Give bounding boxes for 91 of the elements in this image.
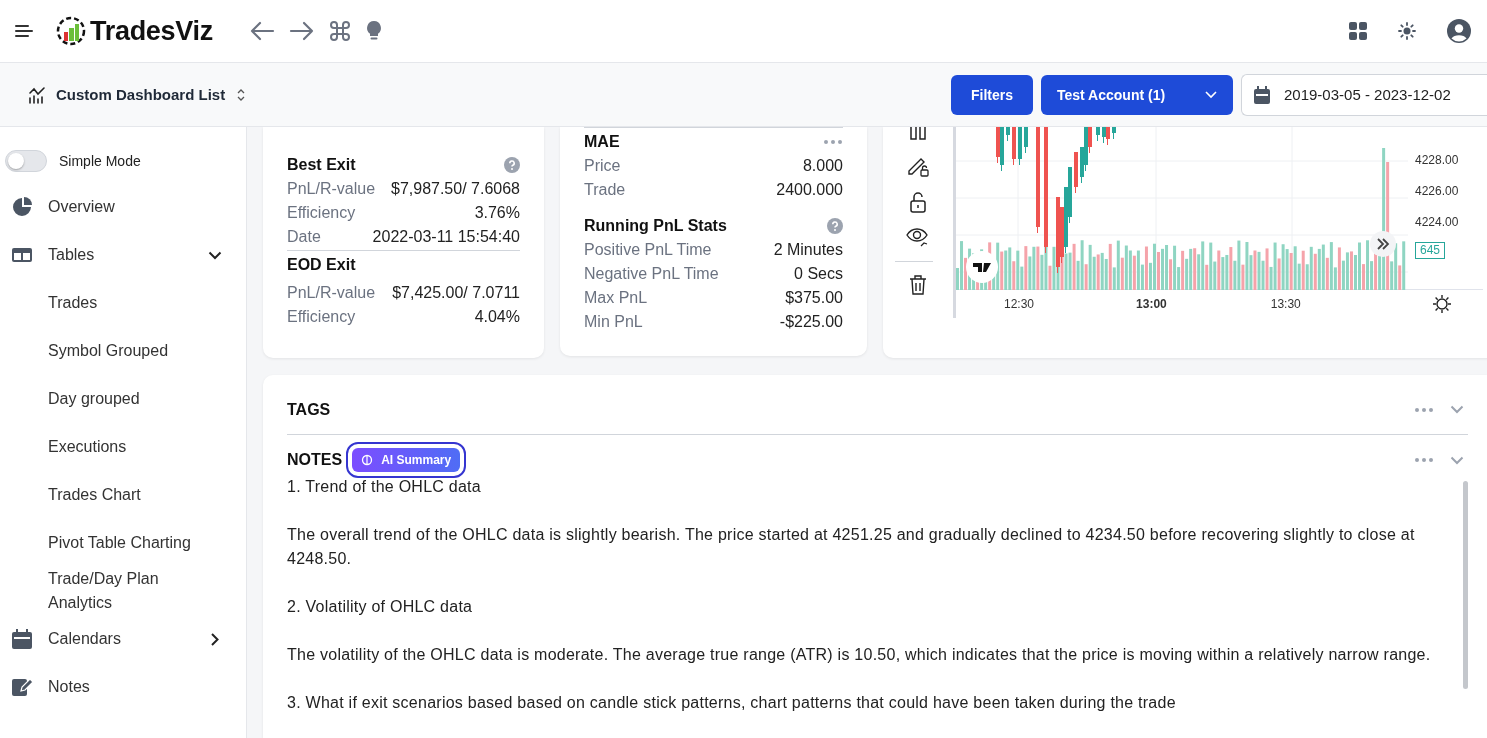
section-title: Running PnL Stats	[584, 217, 727, 235]
sun-icon[interactable]	[1398, 22, 1416, 40]
sidebar-item[interactable]: Overview	[0, 183, 246, 231]
dashboard-list-dropdown[interactable]: Custom Dashboard List	[56, 86, 246, 103]
stat-value: 8.000	[802, 157, 843, 175]
chevron-icon[interactable]	[1450, 405, 1464, 414]
stat-label: Efficiency	[287, 204, 356, 222]
chevron-icon[interactable]	[1450, 455, 1464, 465]
date-range-field[interactable]: 2019-03-05 - 2023-12-02	[1241, 73, 1487, 116]
time-label: 13:00	[1136, 297, 1167, 311]
stat-value: 3.76%	[474, 204, 520, 222]
tradingview-logo-icon[interactable]	[966, 251, 998, 283]
user-avatar-icon[interactable]	[1447, 19, 1471, 43]
note-paragraph: The volatility of the OHLC data is moderate. The average true range (ATR) is 10.50, which indicates that the price is moving within a relatively narrow range.	[287, 645, 1432, 665]
command-key-icon[interactable]	[328, 20, 351, 42]
sidebar-subitem[interactable]: Pivot Table Charting	[0, 519, 246, 567]
sidebar-subitem[interactable]: Executions	[0, 423, 246, 471]
section-title: EOD Exit	[287, 256, 356, 274]
stat-value: 4.04%	[474, 308, 520, 326]
settings-icon[interactable]	[1433, 295, 1451, 313]
stat-label: Price	[584, 157, 621, 175]
scrollbar-thumb[interactable]	[1463, 481, 1468, 689]
price-label: 4226.00	[1415, 184, 1459, 198]
unlock-icon[interactable]	[908, 191, 928, 213]
sidebar-item[interactable]: Tables	[0, 231, 246, 279]
stat-value: 2 Minutes	[773, 241, 843, 259]
stat-label: Negative PnL Time	[584, 265, 719, 283]
section-title: MAE	[584, 133, 620, 151]
sidebar-item[interactable]: Calendars	[0, 615, 246, 663]
calendar-icon	[1254, 85, 1270, 104]
stat-label: PnL/R-value	[287, 180, 376, 198]
stat-value: $7,425.00/ 7.0711	[392, 284, 520, 302]
stat-value: -$225.00	[779, 313, 843, 331]
help-icon[interactable]	[504, 157, 520, 173]
sidebar-subitem[interactable]: Day grouped	[0, 375, 246, 423]
stat-value: 0 Secs	[794, 265, 843, 283]
menu-icon[interactable]	[14, 23, 34, 39]
logo[interactable]: TradesViz	[56, 15, 213, 47]
sidebar-subitem[interactable]: Trades	[0, 279, 246, 327]
logo-mark-icon	[56, 16, 86, 46]
lightbulb-icon[interactable]	[364, 20, 383, 42]
section-title: Best Exit	[287, 156, 356, 174]
more-dots-icon[interactable]	[823, 139, 843, 145]
sidebar-subitem[interactable]: Symbol Grouped	[0, 327, 246, 375]
account-dropdown[interactable]: Test Account (1)	[1041, 74, 1233, 115]
double-chevron-icon[interactable]	[1370, 231, 1396, 257]
sort-caret-icon	[237, 88, 246, 101]
table-icon	[12, 245, 34, 265]
pie-chart-icon	[12, 197, 34, 217]
time-label: 13:30	[1270, 297, 1301, 311]
stat-value: $7,987.50/ 7.6068	[391, 180, 520, 198]
forward-arrow-icon[interactable]	[288, 21, 315, 41]
stat-label: PnL/R-value	[287, 284, 376, 302]
time-label: 12:30	[1004, 297, 1035, 311]
section-title: TAGS	[287, 400, 331, 419]
chart-icon	[28, 85, 46, 104]
calendar-icon	[12, 629, 34, 649]
sidebar-item[interactable]: Notes	[0, 663, 246, 711]
stat-value: 2400.000	[776, 181, 843, 199]
stat-value: $375.00	[785, 289, 843, 307]
stat-label: Efficiency	[287, 308, 356, 326]
price-label: 4228.00	[1415, 153, 1459, 167]
sidebar-subitem[interactable]: Trades Chart	[0, 471, 246, 519]
note-pencil-icon	[12, 677, 34, 697]
note-paragraph: The overall trend of the OHLC data is slightly bearish. The price started at 4251.25 and gradually declined to 4234.50 before recovering slightly to close at 4248.50.	[287, 525, 1416, 569]
help-icon[interactable]	[827, 218, 843, 234]
price-label: 4224.00	[1415, 215, 1459, 229]
simple-mode-label: Simple Mode	[59, 153, 141, 169]
eye-icon[interactable]	[906, 226, 930, 248]
stat-label: Trade	[584, 181, 626, 199]
back-arrow-icon[interactable]	[248, 21, 275, 41]
note-paragraph: 1. Trend of the OHLC data	[287, 477, 482, 497]
note-paragraph: 2. Volatility of OHLC data	[287, 597, 474, 617]
volume-badge: 645	[1415, 242, 1446, 259]
chevron-down-icon	[1205, 90, 1217, 99]
stat-value: 2022-03-11 15:54:40	[372, 228, 520, 246]
stat-label: Min PnL	[584, 313, 643, 331]
stat-label: Max PnL	[584, 289, 648, 307]
more-dots-icon[interactable]	[1414, 406, 1434, 413]
section-title: NOTES	[287, 451, 343, 469]
more-dots-icon[interactable]	[1414, 457, 1434, 463]
simple-mode-switch[interactable]	[5, 150, 47, 172]
brain-icon	[361, 454, 374, 466]
apps-grid-icon[interactable]	[1349, 22, 1367, 40]
stat-label: Positive PnL Time	[584, 241, 712, 259]
filters-button[interactable]: Filters	[951, 74, 1033, 115]
note-paragraph: 3. What if exit scenarios based based on candle stick patterns, chart patterns that could have been taken during the trade	[287, 693, 1177, 713]
stat-label: Date	[287, 228, 321, 246]
sidebar-subitem[interactable]: Trade/Day Plan Analytics	[0, 567, 246, 615]
trash-icon[interactable]	[909, 275, 927, 295]
bars-icon[interactable]	[908, 127, 928, 141]
